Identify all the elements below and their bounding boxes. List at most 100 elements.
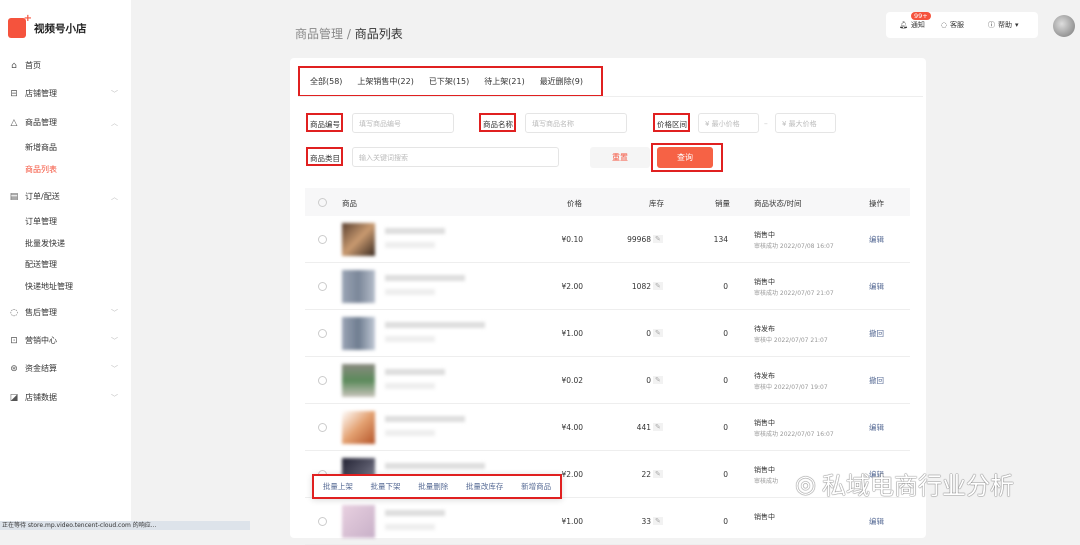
sidebar-item-home[interactable]: ⌂ 首页 <box>8 60 118 71</box>
batch-list-button[interactable]: 批量上架 <box>323 481 353 492</box>
service-button[interactable]: ◌ 客服 <box>941 20 964 30</box>
watermark: ◎ 私域电商行业分析 <box>795 466 1014 501</box>
nav-label: 订单/配送 <box>25 192 60 201</box>
row-checkbox[interactable] <box>318 517 327 526</box>
headset-icon: ◌ <box>940 21 947 29</box>
product-code-input[interactable]: 填写商品编号 <box>352 113 454 133</box>
logo: 视频号小店 <box>8 13 87 38</box>
bag-icon: △ <box>10 117 18 128</box>
add-product-button[interactable]: 新增商品 <box>521 481 551 492</box>
highlight-box <box>651 143 723 172</box>
home-icon: ⌂ <box>11 60 17 71</box>
notify-label: 通知 <box>910 21 925 29</box>
help-label: 帮助 <box>998 21 1012 29</box>
edit-stock-icon[interactable]: ✎ <box>653 235 663 243</box>
min-price-input[interactable]: ¥ 最小价格 <box>698 113 759 133</box>
product-name-input[interactable]: 填写商品名称 <box>525 113 627 133</box>
batch-delist-button[interactable]: 批量下架 <box>371 481 401 492</box>
sidebar-item-product-list[interactable]: 商品列表 <box>25 164 57 175</box>
sidebar-item-products[interactable]: △ 商品管理 ︿ <box>8 117 118 128</box>
product-thumbnail <box>342 411 375 444</box>
edit-stock-icon[interactable]: ✎ <box>653 282 663 290</box>
product-title-blurred <box>385 463 485 469</box>
select-all-checkbox[interactable] <box>318 198 327 207</box>
product-subtitle-blurred <box>385 336 435 342</box>
status-text: 销售中 <box>754 466 775 474</box>
stock: 0 <box>646 329 651 338</box>
product-title-blurred <box>385 275 465 281</box>
chevron-down-icon: ﹀ <box>111 308 118 317</box>
row-checkbox[interactable] <box>318 423 327 432</box>
row-action-link[interactable]: 编辑 <box>869 234 884 245</box>
table-row: ¥2.00 1082 ✎ 0 销售中 审核成功 2022/07/07 21:07… <box>305 263 910 310</box>
product-title-blurred <box>385 416 465 422</box>
sidebar-item-data[interactable]: ◪ 店铺数据 ﹀ <box>8 392 118 403</box>
nav-label: 资金结算 <box>25 364 57 373</box>
stock: 0 <box>646 376 651 385</box>
product-subtitle-blurred <box>385 289 435 295</box>
stock: 99968 <box>627 235 651 244</box>
sidebar-item-marketing[interactable]: ⊡ 营销中心 ﹀ <box>8 335 118 346</box>
batch-delete-button[interactable]: 批量删除 <box>418 481 448 492</box>
row-checkbox[interactable] <box>318 329 327 338</box>
product-thumbnail <box>342 505 375 538</box>
edit-stock-icon[interactable]: ✎ <box>653 329 663 337</box>
row-checkbox[interactable] <box>318 282 327 291</box>
status-text: 销售中 <box>754 419 775 427</box>
sidebar-item-order-manage[interactable]: 订单管理 <box>25 216 57 227</box>
row-action-link[interactable]: 编辑 <box>869 281 884 292</box>
sidebar-item-address[interactable]: 快递地址管理 <box>25 281 73 292</box>
sidebar-item-new-product[interactable]: 新增商品 <box>25 142 57 153</box>
watermark-text: 私域电商行业分析 <box>821 472 1014 500</box>
table-row: ¥1.00 0 ✎ 0 待发布 审核中 2022/07/07 21:07 撤回 <box>305 310 910 357</box>
sidebar-item-batch-ship[interactable]: 批量发快递 <box>25 238 65 249</box>
max-price-input[interactable]: ¥ 最大价格 <box>775 113 836 133</box>
avatar[interactable] <box>1053 15 1075 37</box>
row-checkbox[interactable] <box>318 235 327 244</box>
yuan-icon: ⊛ <box>10 363 18 374</box>
price: ¥1.00 <box>561 517 583 526</box>
edit-stock-icon[interactable]: ✎ <box>653 517 663 525</box>
sales: 0 <box>723 329 728 338</box>
row-action-link[interactable]: 编辑 <box>869 516 884 527</box>
bell-icon: 🔔︎ <box>899 21 908 29</box>
range-dash: – <box>764 119 768 128</box>
notify-button[interactable]: 🔔︎ 通知 99+ <box>899 12 931 30</box>
sidebar-item-store[interactable]: ⊟ 店铺管理 ﹀ <box>8 88 118 99</box>
sidebar-item-aftersale[interactable]: ◌ 售后管理 ﹀ <box>8 307 118 318</box>
chevron-down-icon: ﹀ <box>111 364 118 373</box>
row-checkbox[interactable] <box>318 376 327 385</box>
edit-stock-icon[interactable]: ✎ <box>653 376 663 384</box>
edit-stock-icon[interactable]: ✎ <box>653 423 663 431</box>
chevron-down-icon: ﹀ <box>111 336 118 345</box>
highlight-box <box>306 147 343 166</box>
reset-button[interactable]: 重置 <box>590 147 650 168</box>
product-subtitle-blurred <box>385 242 435 248</box>
status-time: 审核中 2022/07/07 21:07 <box>754 337 828 344</box>
row-action-link[interactable]: 撤回 <box>869 328 884 339</box>
help-icon: ⓘ <box>988 21 995 29</box>
product-title-blurred <box>385 322 485 328</box>
category-input[interactable]: 输入关键词搜索 <box>352 147 559 167</box>
stock: 441 <box>636 423 651 432</box>
sales: 0 <box>723 282 728 291</box>
product-title-blurred <box>385 369 445 375</box>
row-action-link[interactable]: 编辑 <box>869 422 884 433</box>
sidebar-item-orders[interactable]: ▤ 订单/配送 ︿ <box>8 191 118 202</box>
sales: 0 <box>723 517 728 526</box>
breadcrumb-parent[interactable]: 商品管理 <box>295 27 343 41</box>
help-button[interactable]: ⓘ 帮助 ▾ <box>988 20 1019 30</box>
marketing-icon: ⊡ <box>10 335 18 346</box>
highlight-box <box>306 113 343 132</box>
col-action: 操作 <box>869 199 884 208</box>
sidebar-item-finance[interactable]: ⊛ 资金结算 ﹀ <box>8 363 118 374</box>
table-row: ¥1.00 33 ✎ 0 销售中 编辑 <box>305 498 910 545</box>
row-action-link[interactable]: 撤回 <box>869 375 884 386</box>
batch-stock-button[interactable]: 批量改库存 <box>466 481 504 492</box>
product-thumbnail <box>342 317 375 350</box>
edit-stock-icon[interactable]: ✎ <box>653 470 663 478</box>
col-sales: 销量 <box>715 199 730 208</box>
sidebar-item-delivery[interactable]: 配送管理 <box>25 259 57 270</box>
order-icon: ▤ <box>9 191 19 202</box>
nav-label: 店铺管理 <box>25 89 57 98</box>
